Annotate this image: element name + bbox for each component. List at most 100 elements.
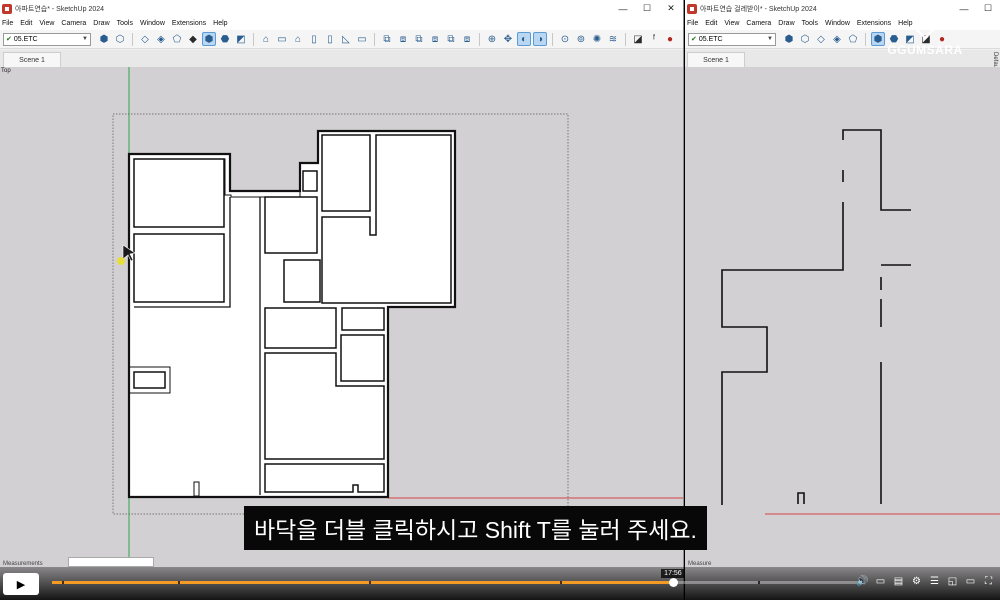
components-icon[interactable]: ⬢ [97, 32, 111, 46]
measurements-box[interactable] [68, 557, 154, 567]
menu-help[interactable]: Help [213, 20, 227, 27]
volume-icon[interactable]: 🔊 [855, 574, 870, 589]
video-player-controls: ▶ 17:56 🔊 ▭ ▤ ⚙ ☰ ◱ ▭ ⛶ [0, 567, 1000, 600]
materials-icon[interactable]: ⬡ [113, 32, 127, 46]
scene-tab[interactable]: Scene 1 [687, 52, 745, 67]
minimize-icon[interactable]: — [611, 0, 635, 17]
pan-icon[interactable]: ✥ [501, 32, 515, 46]
back-edges-icon[interactable]: ◈ [154, 32, 168, 46]
trim-icon[interactable]: ⧉ [444, 32, 458, 46]
click-highlight [117, 257, 125, 265]
transcript-icon[interactable]: ▤ [891, 574, 906, 589]
progress-fill [52, 581, 674, 584]
menu-edit[interactable]: Edit [20, 20, 32, 27]
baseboard-lines [721, 129, 911, 505]
bottom-view-icon[interactable]: ▭ [355, 32, 369, 46]
menu-draw[interactable]: Draw [93, 20, 109, 27]
theater-icon[interactable]: ▭ [963, 574, 978, 589]
settings-icon[interactable]: ⚙ [909, 574, 924, 589]
play-icon: ▶ [16, 578, 26, 591]
menu-extensions[interactable]: Extensions [172, 20, 206, 27]
menu-file[interactable]: File [2, 20, 13, 27]
section-plane-icon[interactable]: ◐ [517, 32, 531, 46]
intersect-icon[interactable]: ⧈ [396, 32, 410, 46]
chapters-icon[interactable]: ☰ [927, 574, 942, 589]
hidden-line-icon[interactable]: ◆ [186, 32, 200, 46]
title-bar: 아파트연습 걸레받이* - SketchUp 2024 — ☐ [685, 0, 1000, 17]
baseboard-drawing[interactable] [685, 67, 1000, 600]
menu-view[interactable]: View [39, 20, 54, 27]
drawing-viewport[interactable] [685, 67, 1000, 600]
toolbar-divider [132, 32, 133, 46]
ruby-icon[interactable]: ● [663, 32, 677, 46]
main-toolbar: ✔ 05.ETC ▼ ⬢ ⬡ ◇ ◈ ⬠ ◆ ⬢ ⬣ ◩ ⌂ ▭ ⌂ ▯ ▯ ◺… [0, 30, 683, 49]
close-icon[interactable]: ✕ [659, 0, 683, 17]
menu-camera[interactable]: Camera [61, 20, 86, 27]
progress-bar[interactable]: 17:56 [52, 569, 864, 587]
xray-icon[interactable]: ◇ [814, 32, 828, 46]
maximize-icon[interactable]: ☐ [635, 0, 659, 17]
union-icon[interactable]: ⧉ [412, 32, 426, 46]
split-icon[interactable]: ⧈ [460, 32, 474, 46]
paint-icon[interactable]: ≋ [606, 32, 620, 46]
outer-shell-icon[interactable]: ⧉ [380, 32, 394, 46]
eraser-icon[interactable]: ◪ [631, 32, 645, 46]
tag-dropdown[interactable]: ✔ 05.ETC ▼ [3, 32, 91, 46]
checkmark-icon: ✔ [6, 36, 12, 43]
monochrome-icon[interactable]: ◩ [234, 32, 248, 46]
scene-tab[interactable]: Scene 1 [3, 52, 61, 67]
wireframe-icon[interactable]: ⬠ [846, 32, 860, 46]
back-edges-icon[interactable]: ◈ [830, 32, 844, 46]
right-view-icon[interactable]: ▯ [307, 32, 321, 46]
menu-tools[interactable]: Tools [117, 20, 133, 27]
shaded-textures-icon[interactable]: ⬣ [218, 32, 232, 46]
minimize-icon[interactable]: — [952, 0, 976, 17]
menu-camera[interactable]: Camera [746, 20, 771, 27]
tag-dropdown[interactable]: ✔ 05.ETC ▼ [688, 32, 776, 46]
toolbar-divider [253, 32, 254, 46]
display-section-icon[interactable]: ◑ [533, 32, 547, 46]
menu-bar: File Edit View Camera Draw Tools Window … [0, 17, 683, 30]
tag-dropdown-value: 05.ETC [698, 35, 723, 43]
left-view-icon[interactable]: ◺ [339, 32, 353, 46]
checkmark-icon: ✔ [691, 36, 697, 43]
menu-tools[interactable]: Tools [802, 20, 818, 27]
zoom-icon[interactable]: ⊙ [558, 32, 572, 46]
play-button[interactable]: ▶ [3, 573, 39, 595]
subtract-icon[interactable]: ⧈ [428, 32, 442, 46]
chapter-marker [177, 581, 180, 584]
shaded-icon[interactable]: ⬢ [871, 32, 885, 46]
menu-edit[interactable]: Edit [705, 20, 717, 27]
materials-icon[interactable]: ⬡ [798, 32, 812, 46]
orbit-icon[interactable]: ⊕ [485, 32, 499, 46]
menu-window[interactable]: Window [825, 20, 850, 27]
components-icon[interactable]: ⬢ [782, 32, 796, 46]
xray-icon[interactable]: ◇ [138, 32, 152, 46]
maximize-icon[interactable]: ☐ [976, 0, 1000, 17]
wireframe-icon[interactable]: ⬠ [170, 32, 184, 46]
menu-view[interactable]: View [724, 20, 739, 27]
toolbar-divider [625, 32, 626, 46]
subtitles-icon[interactable]: ▭ [873, 574, 888, 589]
back-view-icon[interactable]: ▯ [323, 32, 337, 46]
fullscreen-icon[interactable]: ⛶ [981, 574, 996, 589]
chapter-marker [61, 581, 64, 584]
progress-scrubber[interactable] [669, 578, 679, 587]
time-tooltip: 17:56 [661, 569, 685, 578]
zoom-extents-icon[interactable]: ⊚ [574, 32, 588, 46]
sandbox-icon[interactable]: ✺ [590, 32, 604, 46]
chapter-marker [758, 581, 761, 584]
menu-window[interactable]: Window [140, 20, 165, 27]
shaded-icon[interactable]: ⬢ [202, 32, 216, 46]
top-view-icon[interactable]: ▭ [275, 32, 289, 46]
menu-file[interactable]: File [687, 20, 698, 27]
tape-icon[interactable]: ᶠ [647, 32, 661, 46]
iso-view-icon[interactable]: ⌂ [259, 32, 273, 46]
toolbar-divider [552, 32, 553, 46]
channel-watermark: GGUMSARA [885, 16, 965, 57]
menu-draw[interactable]: Draw [778, 20, 794, 27]
miniplayer-icon[interactable]: ◱ [945, 574, 960, 589]
watermark-text: GGUMSARA [887, 43, 963, 57]
front-view-icon[interactable]: ⌂ [291, 32, 305, 46]
toolbar-divider [374, 32, 375, 46]
